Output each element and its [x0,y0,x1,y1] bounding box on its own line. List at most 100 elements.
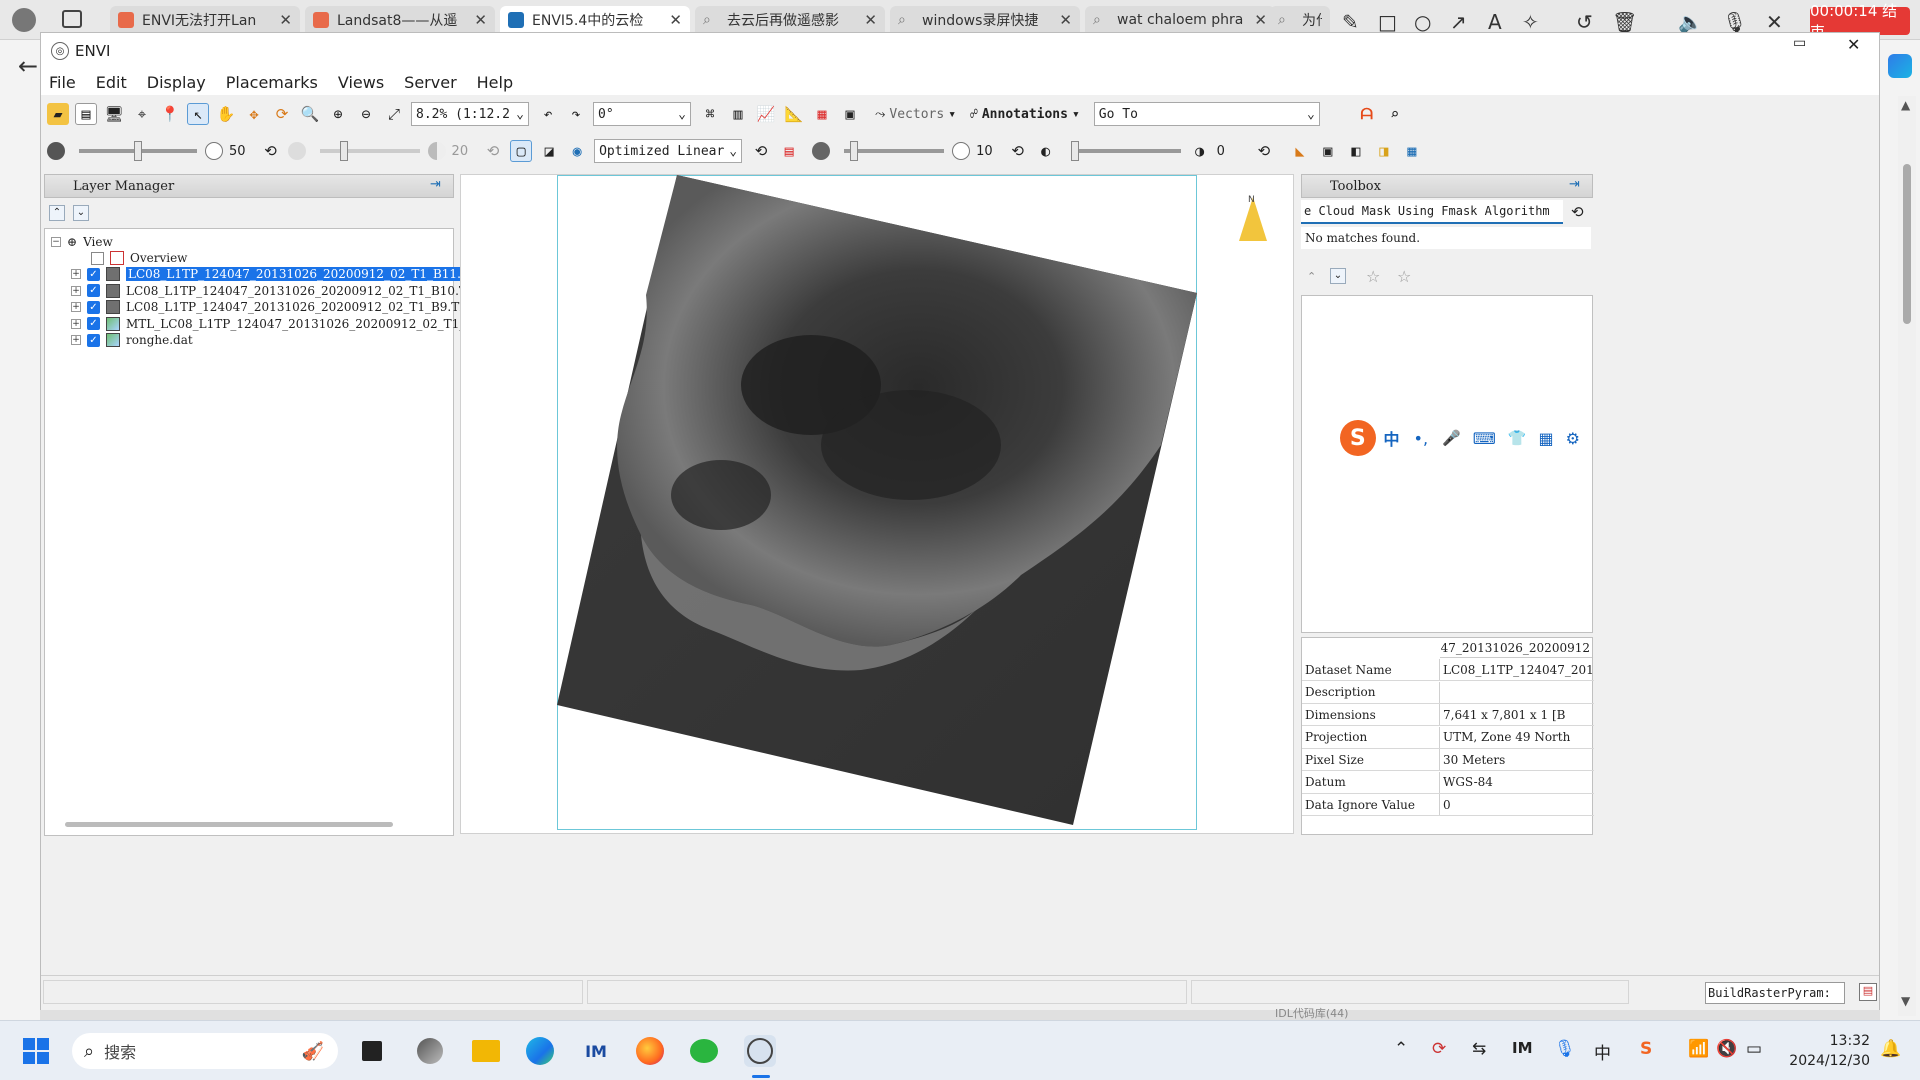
expand-icon[interactable]: + [71,285,81,296]
ime-skin-icon[interactable]: 👕 [1508,429,1527,447]
layer-checkbox[interactable]: ✓ [87,284,100,297]
refresh-search-icon[interactable]: ⟲ [1571,203,1584,221]
expand-icon[interactable]: + [71,269,81,279]
close-window-icon[interactable]: ✕ [1847,35,1860,54]
property-row[interactable]: Pixel Size 30 Meters [1302,749,1594,771]
browser-tab[interactable]: ⌕ windows录屏快捷 ✕ [890,6,1080,34]
zoom-combo[interactable]: 8.2% (1:12.2 ⌄ [411,102,529,126]
placemark-icon[interactable]: 📍 [159,103,181,125]
collapse-all-icon[interactable]: ⌃ [49,205,65,221]
property-row[interactable]: Projection UTM, Zone 49 North [1302,726,1594,749]
portal-icon[interactable]: ◣ [1289,140,1311,162]
recording-timer[interactable]: 00:00:14 结束 [1810,2,1910,41]
grid-icon[interactable]: ▥ [727,103,749,125]
volume-muted-icon[interactable]: 🔇 [1716,1039,1737,1059]
browser-tab[interactable]: ENVI无法打开Lan ✕ [110,6,300,34]
sogou-logo-icon[interactable]: S [1340,420,1376,456]
annotations-button[interactable]: Annotations [982,107,1068,122]
sharpen-slider[interactable] [844,141,945,161]
expand-icon[interactable]: + [71,318,81,329]
envi-tray-icon[interactable]: IM [1512,1039,1533,1057]
tree-hscroll[interactable] [65,822,393,827]
slider-thumb[interactable] [134,141,142,161]
microphone-icon[interactable]: 🎙 [1722,10,1747,34]
pin-panel-icon[interactable]: ⇥ [430,177,441,192]
slider-thumb[interactable] [339,141,348,161]
menu-display[interactable]: Display [147,73,206,92]
brightness-slider[interactable] [79,141,197,161]
layer-checkbox[interactable]: ✓ [87,267,100,281]
scrollbar-thumb[interactable] [1903,164,1911,324]
layer-checkbox[interactable]: ✓ [87,300,100,314]
envi-taskbar-icon[interactable]: IM [580,1035,612,1067]
browser-tab[interactable]: ⌕ wat chaloem phra ✕ [1085,6,1275,34]
property-row[interactable]: Dimensions 7,641 x 7,801 x 1 [B [1302,704,1594,726]
satellite-image[interactable] [461,175,1295,835]
rotate-icon[interactable]: ⟳ [271,103,293,125]
layer-row[interactable]: + ✓ LC08_L1TP_124047_20131026_20200912_02_… [71,265,484,283]
property-value[interactable]: 30 Meters [1440,749,1594,770]
text-tool-icon[interactable]: A [1488,10,1502,34]
measure-icon[interactable]: 📐 [783,103,805,125]
pan-hand-icon[interactable]: ✋ [215,103,237,125]
layer-row[interactable]: + ✓ ronghe.dat [71,331,193,349]
rotate-left-icon[interactable]: ↶ [537,103,559,125]
circle-tool-icon[interactable]: ○ [1414,10,1431,34]
undo-icon[interactable]: ↺ [1576,10,1593,34]
expand-icon[interactable]: + [71,302,81,312]
expand-icon[interactable]: + [71,335,81,345]
zoom-icon[interactable]: 🔍 [299,103,321,125]
scroll-down-icon[interactable]: ▼ [1901,994,1910,1008]
open-folder-icon[interactable]: ▰ [47,103,69,125]
close-tab-icon[interactable]: ✕ [279,11,292,29]
brightness-value[interactable]: 50 [229,144,246,159]
wifi-icon[interactable]: 📶 [1688,1039,1709,1059]
film-icon[interactable]: ▣ [839,103,861,125]
zoom-extent-icon[interactable]: ⤢ [383,103,405,125]
zoom-in-icon[interactable]: ⊕ [327,103,349,125]
browser-tab[interactable]: ⌕为什 [1270,6,1330,34]
rectangle-tool-icon[interactable]: □ [1378,10,1397,34]
file-explorer-icon[interactable] [470,1035,502,1067]
menu-placemarks[interactable]: Placemarks [226,73,318,92]
stretch-type-icon[interactable]: ◉ [566,140,588,162]
reset-transparency-icon[interactable]: ⟲ [1253,140,1275,162]
taskbar-search[interactable]: ⌕ 搜索 🎻 [72,1033,338,1069]
maximize-icon[interactable]: ▭ [1793,35,1806,51]
close-recorder-icon[interactable]: ✕ [1766,10,1783,34]
scroll-up-icon[interactable]: ▲ [1901,98,1910,112]
property-value[interactable]: 7,641 x 7,801 x 1 [B [1440,704,1594,725]
layer-checkbox[interactable]: ✓ [87,333,100,347]
property-row[interactable]: Data Ignore Value 0 [1302,794,1594,816]
process-status[interactable]: BuildRasterPyram: [1705,982,1845,1004]
browser-tab[interactable]: Landsat8——从遥 ✕ [305,6,495,34]
close-tab-icon[interactable]: ✕ [864,11,877,29]
rotation-combo[interactable]: 0° ⌄ [593,102,691,126]
slider-thumb[interactable] [1070,141,1079,161]
pen-tool-icon[interactable]: ✎ [1342,10,1359,34]
stretch-view-icon[interactable]: ◪ [538,140,560,162]
layer-row[interactable]: + ✓ LC08_L1TP_124047_20131026_20200912_02_… [71,282,480,300]
vectors-button[interactable]: Vectors [889,107,944,122]
edge-copilot-icon[interactable] [1888,54,1912,78]
copilot-icon[interactable] [414,1035,446,1067]
show-hidden-icons[interactable]: ⌃ [1394,1039,1408,1059]
ime-settings-icon[interactable]: ⚙ [1566,429,1580,448]
goto-combo[interactable]: Go To ⌄ [1093,102,1320,126]
browser-tab[interactable]: ⌕ 去云后再做遥感影 ✕ [695,6,885,34]
reset-sharpen-icon[interactable]: ⟲ [1007,140,1029,162]
sharpen-value[interactable]: 10 [976,144,993,159]
close-tab-icon[interactable]: ✕ [474,11,487,29]
contrast-slider[interactable] [319,141,420,161]
pin-panel-icon[interactable]: ⇥ [1569,177,1580,192]
ime-punctuation-icon[interactable]: •, [1414,429,1429,448]
refresh-stretch-icon[interactable]: ⟲ [750,140,772,162]
expand-all-icon[interactable]: ⌄ [1330,268,1346,284]
envi-active-app-icon[interactable] [744,1035,776,1067]
property-row[interactable]: Dataset Name LC08_L1TP_124047_201 [1302,659,1594,681]
property-value[interactable]: WGS-84 [1440,772,1594,793]
property-value[interactable]: LC08_L1TP_124047_201 [1440,659,1594,680]
magic-wand-icon[interactable]: ✧ [1522,10,1539,34]
property-row[interactable]: Description [1302,681,1594,704]
firefox-icon[interactable] [634,1035,666,1067]
